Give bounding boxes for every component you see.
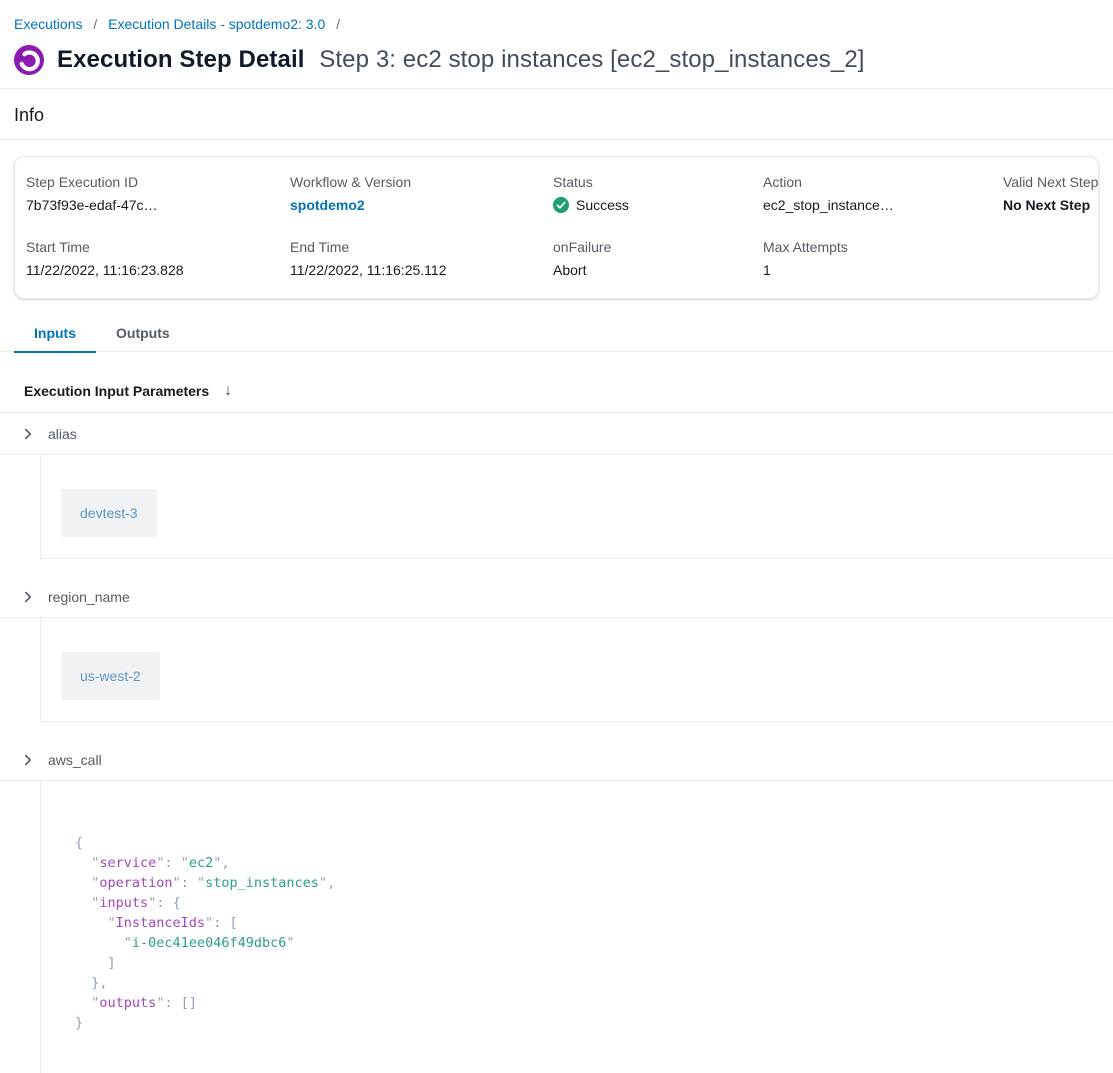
code-line: "inputs": {	[75, 893, 1113, 913]
field-label: Status	[553, 174, 763, 190]
code-line: },	[75, 973, 1113, 993]
breadcrumb: Executions / Execution Details - spotdem…	[0, 0, 1113, 32]
tab-outputs[interactable]: Outputs	[96, 319, 190, 351]
expander-label: alias	[48, 426, 77, 442]
code-line: {	[75, 833, 1113, 853]
expander-label: aws_call	[48, 752, 102, 768]
code-line: ]	[75, 953, 1113, 973]
code-line: }	[75, 1013, 1113, 1033]
execution-step-detail-page: Executions / Execution Details - spotdem…	[0, 0, 1113, 1073]
aws-call-value-panel: { "service": "ec2", "operation": "stop_i…	[40, 781, 1113, 1073]
tabs: Inputs Outputs	[0, 319, 1113, 352]
info-field-valid-next-step: Valid Next Step No Next Step	[1003, 174, 1098, 213]
field-value: No Next Step	[1003, 197, 1098, 213]
workflow-link[interactable]: spotdemo2	[290, 197, 553, 213]
page-header: Execution Step Detail Step 3: ec2 stop i…	[14, 45, 1099, 75]
field-label: Workflow & Version	[290, 174, 553, 190]
info-grid: Step Execution ID 7b73f93e-edaf-47c… Wor…	[26, 174, 1088, 278]
field-value: Abort	[553, 262, 763, 278]
page-subtitle: Step 3: ec2 stop instances [ec2_stop_ins…	[319, 46, 864, 73]
field-label: Action	[763, 174, 1003, 190]
info-field-start-time: Start Time 11/22/2022, 11:16:23.828	[26, 239, 290, 278]
status-text: Success	[576, 197, 629, 213]
info-field-action: Action ec2_stop_instance…	[763, 174, 1003, 213]
aws-call-code-block: { "service": "ec2", "operation": "stop_i…	[75, 833, 1113, 1033]
info-divider	[0, 139, 1113, 140]
chevron-right-icon	[22, 428, 34, 440]
code-line: "InstanceIds": [	[75, 913, 1113, 933]
info-field-empty	[1003, 239, 1098, 278]
header-divider	[0, 88, 1113, 89]
field-label: onFailure	[553, 239, 763, 255]
field-value: 7b73f93e-edaf-47c…	[26, 197, 290, 213]
field-label: End Time	[290, 239, 553, 255]
info-field-step-execution-id: Step Execution ID 7b73f93e-edaf-47c…	[26, 174, 290, 213]
expander-aws-call[interactable]: aws_call	[0, 739, 1113, 781]
info-field-onfailure: onFailure Abort	[553, 239, 763, 278]
expander-alias[interactable]: alias	[0, 413, 1113, 455]
section-title: Execution Input Parameters	[24, 383, 209, 399]
breadcrumb-link-executions[interactable]: Executions	[14, 16, 82, 32]
breadcrumb-link-execution-details[interactable]: Execution Details - spotdemo2: 3.0	[108, 16, 325, 32]
field-value: ec2_stop_instance…	[763, 197, 1003, 213]
code-line: "operation": "stop_instances",	[75, 873, 1113, 893]
success-status-icon	[553, 197, 569, 213]
page-title: Execution Step Detail	[57, 46, 305, 73]
expander-region-name[interactable]: region_name	[0, 576, 1113, 618]
workflow-brand-icon	[14, 45, 44, 75]
alias-value-chip: devtest-3	[61, 489, 157, 537]
field-label: Max Attempts	[763, 239, 1003, 255]
field-value: 11/22/2022, 11:16:25.112	[290, 262, 553, 278]
code-line: "service": "ec2",	[75, 853, 1113, 873]
field-label: Start Time	[26, 239, 290, 255]
info-field-max-attempts: Max Attempts 1	[763, 239, 1003, 278]
info-heading: Info	[14, 105, 1099, 126]
field-value: 11/22/2022, 11:16:23.828	[26, 262, 290, 278]
chevron-right-icon	[22, 591, 34, 603]
field-value: 1	[763, 262, 1003, 278]
field-label: Valid Next Step	[1003, 174, 1098, 190]
info-field-end-time: End Time 11/22/2022, 11:16:25.112	[290, 239, 553, 278]
code-line: "outputs": []	[75, 993, 1113, 1013]
down-arrow-icon[interactable]: ↓	[224, 383, 232, 399]
info-field-status: Status Success	[553, 174, 763, 213]
region-name-value-chip: us-west-2	[61, 652, 160, 700]
info-field-workflow-version: Workflow & Version spotdemo2	[290, 174, 553, 213]
alias-value-panel: devtest-3	[40, 455, 1113, 559]
breadcrumb-separator: /	[93, 16, 97, 32]
region-name-value-panel: us-west-2	[40, 618, 1113, 722]
tab-inputs[interactable]: Inputs	[14, 319, 96, 353]
expander-label: region_name	[48, 589, 130, 605]
execution-input-parameters-header: Execution Input Parameters ↓	[0, 370, 1113, 413]
breadcrumb-separator: /	[336, 16, 340, 32]
field-label: Step Execution ID	[26, 174, 290, 190]
code-line: "i-0ec41ee046f49dbc6"	[75, 933, 1113, 953]
info-card: Step Execution ID 7b73f93e-edaf-47c… Wor…	[14, 156, 1099, 299]
chevron-right-icon	[22, 754, 34, 766]
